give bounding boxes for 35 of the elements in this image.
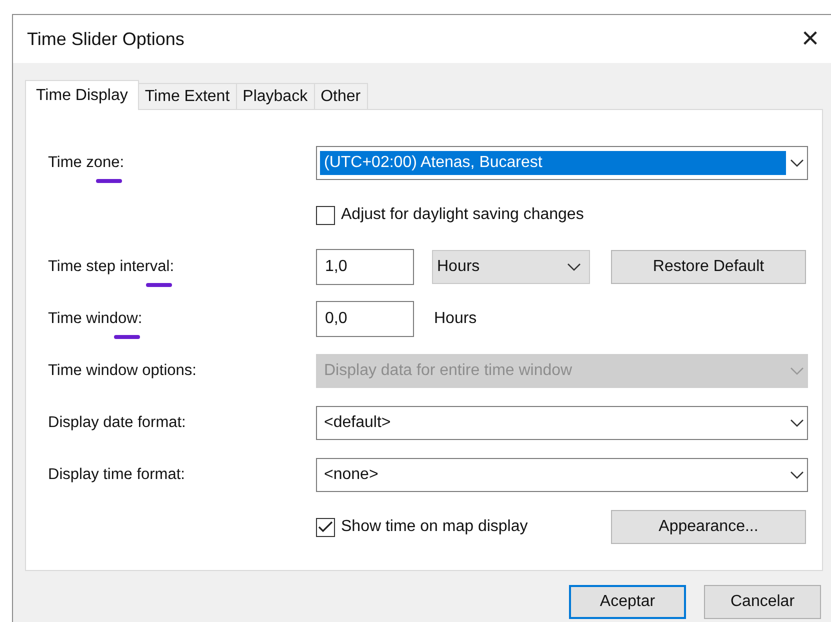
dialog-button[interactable]: Cancelar xyxy=(704,585,821,619)
action-button[interactable]: Restore Default xyxy=(611,250,806,284)
window-title: Time Slider Options xyxy=(27,28,184,50)
close-button[interactable]: × xyxy=(797,24,823,54)
check-icon xyxy=(318,521,333,533)
checkbox[interactable] xyxy=(316,206,335,224)
unit-dropdown[interactable]: Hours xyxy=(432,250,590,284)
selected-value: <default> xyxy=(323,413,392,433)
input-field[interactable]: 1,0 xyxy=(316,249,414,285)
checkbox-label: Show time on map display xyxy=(341,518,528,536)
action-button[interactable]: Appearance... xyxy=(610,510,806,544)
checkbox-label: Adjust for daylight saving changes xyxy=(341,206,584,224)
chevron-down-icon xyxy=(567,263,581,271)
tab[interactable]: Time Display xyxy=(25,80,139,110)
checkbox[interactable] xyxy=(316,518,335,536)
chevron-down-icon xyxy=(790,471,804,479)
dialog-button[interactable]: Aceptar xyxy=(569,585,686,619)
chevron-down-icon xyxy=(790,419,804,427)
dropdown-field[interactable]: <default> xyxy=(316,406,808,440)
selected-value: <none> xyxy=(323,465,380,485)
field-label: Time step interval: xyxy=(48,258,174,276)
tab[interactable]: Other xyxy=(314,83,368,109)
selected-value: Display data for entire time window xyxy=(323,361,574,381)
unit-label: Hours xyxy=(434,310,477,328)
field-label: Display time format: xyxy=(48,466,185,484)
input-field[interactable]: 0,0 xyxy=(316,301,414,337)
field-label: Display date format: xyxy=(48,414,186,432)
field-label: Time zone: xyxy=(48,154,124,172)
field-label: Time window: xyxy=(48,310,142,328)
chevron-down-icon xyxy=(790,367,804,375)
chevron-down-icon xyxy=(790,159,804,167)
dropdown-field[interactable]: <none> xyxy=(316,458,808,492)
field-label: Time window options: xyxy=(48,362,196,380)
dropdown-field[interactable]: (UTC+02:00) Atenas, Bucarest xyxy=(316,146,808,180)
selected-value: (UTC+02:00) Atenas, Bucarest xyxy=(320,151,786,175)
